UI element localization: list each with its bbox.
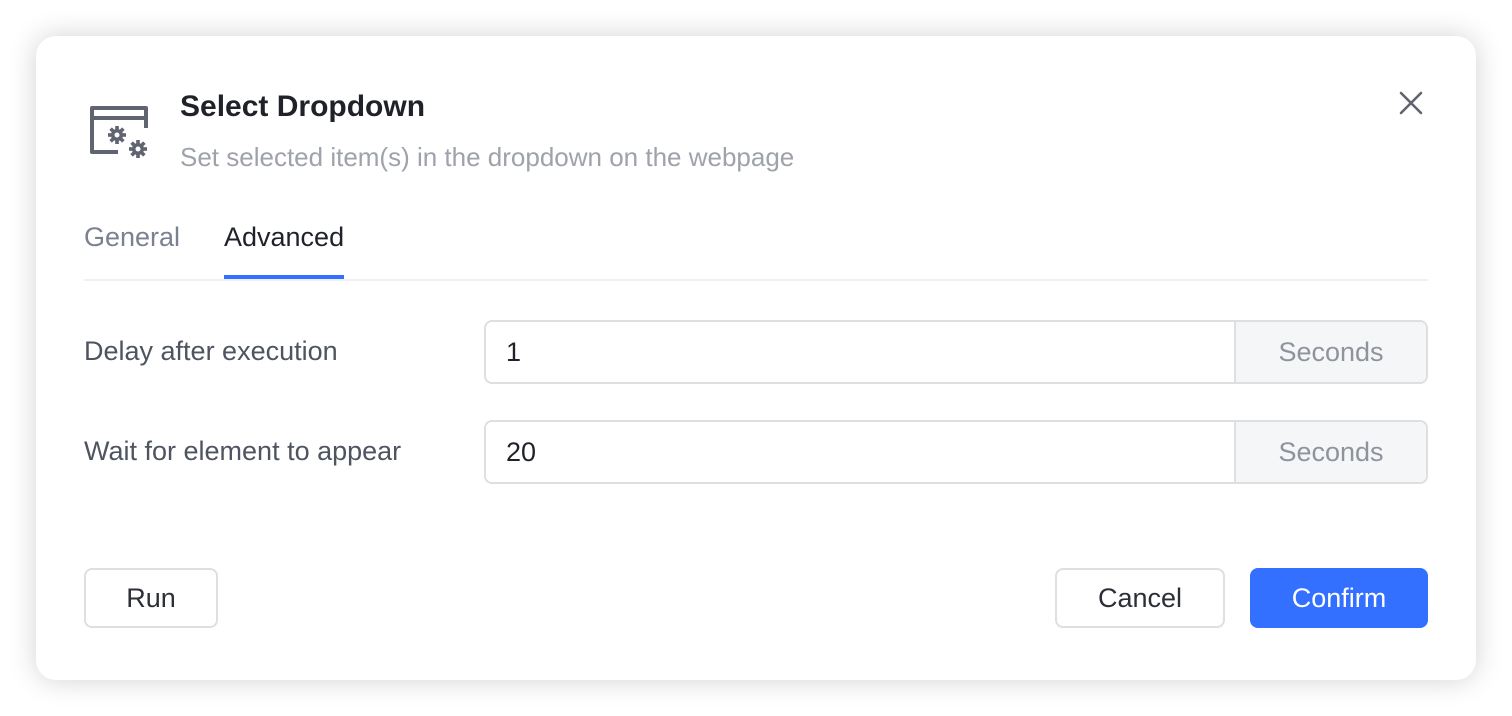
delay-field: Seconds <box>484 320 1428 384</box>
delay-label: Delay after execution <box>84 336 338 366</box>
wait-field: Seconds <box>484 420 1428 484</box>
tab-general[interactable]: General <box>84 222 180 277</box>
delay-unit: Seconds <box>1234 322 1426 382</box>
dialog-subtitle: Set selected item(s) in the dropdown on … <box>180 142 795 172</box>
run-button[interactable]: Run <box>84 568 218 628</box>
dialog-title: Select Dropdown <box>180 90 426 123</box>
tab-bar: General Advanced <box>84 222 1428 281</box>
dialog: Select Dropdown Set selected item(s) in … <box>36 36 1476 680</box>
delay-row: Delay after execution Seconds <box>84 320 1428 384</box>
wait-input[interactable] <box>486 422 1234 482</box>
delay-input[interactable] <box>486 322 1234 382</box>
cancel-button[interactable]: Cancel <box>1055 568 1225 628</box>
wait-unit: Seconds <box>1234 422 1426 482</box>
confirm-button[interactable]: Confirm <box>1250 568 1428 628</box>
tab-advanced[interactable]: Advanced <box>224 222 345 279</box>
wait-label: Wait for element to appear <box>84 436 402 466</box>
close-icon[interactable] <box>1396 88 1426 118</box>
wait-row: Wait for element to appear Seconds <box>84 420 1428 484</box>
browser-gear-icon <box>90 106 148 158</box>
